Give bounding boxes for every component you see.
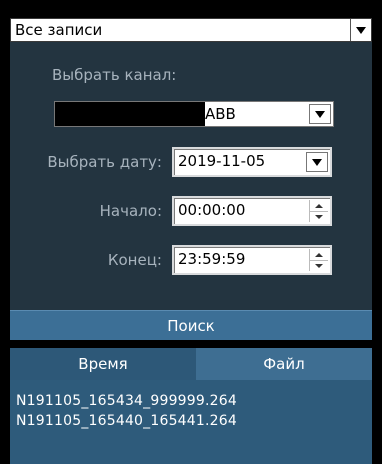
- arrow-up-icon: [315, 252, 323, 257]
- arrow-down-icon: [315, 214, 323, 219]
- start-time-value: 00:00:00: [178, 201, 246, 219]
- date-label: Выбрать дату:: [47, 153, 162, 171]
- date-field[interactable]: 2019-11-05: [172, 147, 332, 177]
- date-dropdown-button[interactable]: [306, 152, 328, 172]
- arrow-down-icon: [315, 263, 323, 268]
- chevron-down-icon: [312, 158, 322, 166]
- results-list: N191105_165434_999999.264 N191105_165440…: [10, 380, 372, 464]
- channel-label: Выбрать канал:: [52, 66, 177, 84]
- list-item[interactable]: N191105_165440_165441.264: [16, 413, 237, 429]
- tab-time[interactable]: Время: [10, 348, 196, 380]
- record-type-select[interactable]: Все записи: [10, 18, 372, 42]
- chevron-down-icon: [315, 110, 325, 118]
- date-value: 2019-11-05: [178, 152, 266, 170]
- list-item[interactable]: N191105_165434_999999.264: [16, 393, 237, 409]
- end-label: Конец:: [107, 251, 162, 269]
- start-time-spinner[interactable]: [309, 200, 328, 222]
- spin-down-button[interactable]: [310, 211, 328, 222]
- end-time-field[interactable]: 23:59:59: [172, 245, 332, 275]
- channel-dropdown-button[interactable]: [309, 104, 331, 124]
- channel-value: ABB: [205, 105, 236, 123]
- spin-down-button[interactable]: [310, 260, 328, 271]
- start-label: Начало:: [99, 202, 162, 220]
- tab-file[interactable]: Файл: [196, 348, 372, 380]
- end-time-spinner[interactable]: [309, 249, 328, 271]
- end-time-value: 23:59:59: [178, 250, 246, 268]
- channel-select[interactable]: ABB: [54, 101, 334, 127]
- arrow-up-icon: [315, 203, 323, 208]
- channel-redaction: [55, 102, 205, 126]
- chevron-down-icon: [356, 26, 366, 34]
- search-button[interactable]: Поиск: [10, 310, 372, 340]
- record-type-value: Все записи: [15, 21, 103, 39]
- record-type-dropdown-button[interactable]: [350, 19, 371, 41]
- start-time-field[interactable]: 00:00:00: [172, 196, 332, 226]
